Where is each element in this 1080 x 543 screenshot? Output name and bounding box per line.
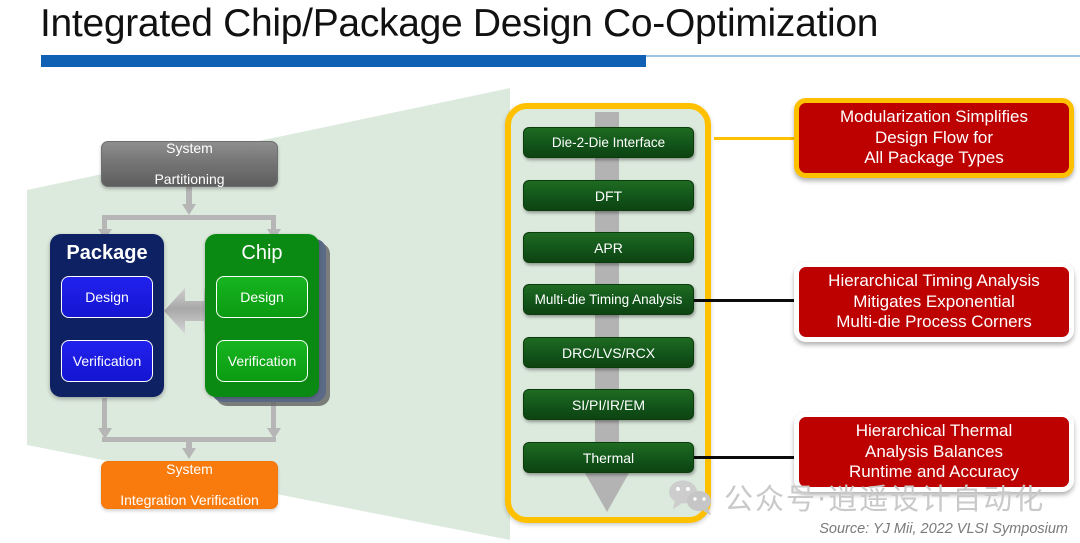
callout-1-line1: Modularization Simplifies (839, 106, 1029, 126)
package-design-label: Design (85, 289, 129, 305)
flow-step-label: Multi-die Timing Analysis (534, 292, 683, 307)
callout-1-line3: All Package Types (864, 148, 1004, 168)
flow-step-label: Die-2-Die Interface (551, 135, 666, 150)
flow-step-si-pi-ir-em[interactable]: SI/PI/IR/EM (523, 389, 694, 420)
group-chip[interactable]: Chip Design Verification (205, 234, 319, 397)
system-integration-line1: System (166, 460, 213, 477)
flow-step-multi-die-timing-analysis[interactable]: Multi-die Timing Analysis (523, 284, 694, 315)
leader-line-callout-3 (694, 456, 798, 459)
page-title: Integrated Chip/Package Design Co-Optimi… (40, 2, 879, 45)
title-underline-accent (41, 55, 646, 67)
flow-step-drc-lvs-rcx[interactable]: DRC/LVS/RCX (523, 337, 694, 368)
callout-3-line3: Runtime and Accuracy (848, 462, 1020, 482)
flow-step-label: SI/PI/IR/EM (571, 396, 646, 413)
callout-3-line2: Analysis Balances (865, 441, 1003, 461)
group-package[interactable]: Package Design Verification (50, 234, 164, 397)
system-partitioning-line2: Partitioning (154, 170, 225, 187)
system-partitioning-line1: System (166, 139, 213, 156)
callout-2-line1: Hierarchical Timing Analysis (828, 270, 1040, 290)
package-verification-button[interactable]: Verification (61, 340, 153, 382)
callout-hierarchical-thermal[interactable]: Hierarchical Thermal Analysis Balances R… (794, 412, 1074, 492)
flow-step-label: DFT (594, 187, 623, 204)
callout-modularization[interactable]: Modularization Simplifies Design Flow fo… (794, 98, 1074, 178)
chip-design-button[interactable]: Design (216, 276, 308, 318)
flow-step-thermal[interactable]: Thermal (523, 442, 694, 473)
flow-step-dft[interactable]: DFT (523, 180, 694, 211)
flow-step-apr[interactable]: APR (523, 232, 694, 263)
callout-hierarchical-timing[interactable]: Hierarchical Timing Analysis Mitigates E… (794, 262, 1074, 342)
callout-2-line3: Multi-die Process Corners (836, 312, 1032, 332)
chip-verification-label: Verification (227, 353, 297, 369)
flow-step-label: DRC/LVS/RCX (561, 344, 656, 361)
callout-2-line2: Mitigates Exponential (853, 291, 1015, 311)
group-chip-title: Chip (241, 242, 283, 264)
flow-step-label: Thermal (582, 449, 635, 466)
callout-3-line1: Hierarchical Thermal (855, 420, 1013, 440)
leader-line-callout-2 (694, 299, 798, 302)
package-verification-label: Verification (72, 353, 142, 369)
chip-design-label: Design (240, 289, 284, 305)
source-note: Source: YJ Mii, 2022 VLSI Symposium (819, 521, 1068, 537)
chip-verification-button[interactable]: Verification (216, 340, 308, 382)
node-system-integration-verification[interactable]: System Integration Verification (101, 461, 278, 509)
flow-step-die-2-die-interface[interactable]: Die-2-Die Interface (523, 127, 694, 158)
group-package-title: Package (66, 242, 148, 264)
slide-canvas: Integrated Chip/Package Design Co-Optimi… (0, 0, 1080, 543)
callout-1-line2: Design Flow for (874, 127, 994, 147)
package-design-button[interactable]: Design (61, 276, 153, 318)
leader-line-callout-1 (714, 137, 798, 140)
flow-step-label: APR (594, 239, 623, 256)
system-integration-line2: Integration Verification (120, 491, 259, 508)
node-system-partitioning[interactable]: System Partitioning (101, 139, 278, 187)
